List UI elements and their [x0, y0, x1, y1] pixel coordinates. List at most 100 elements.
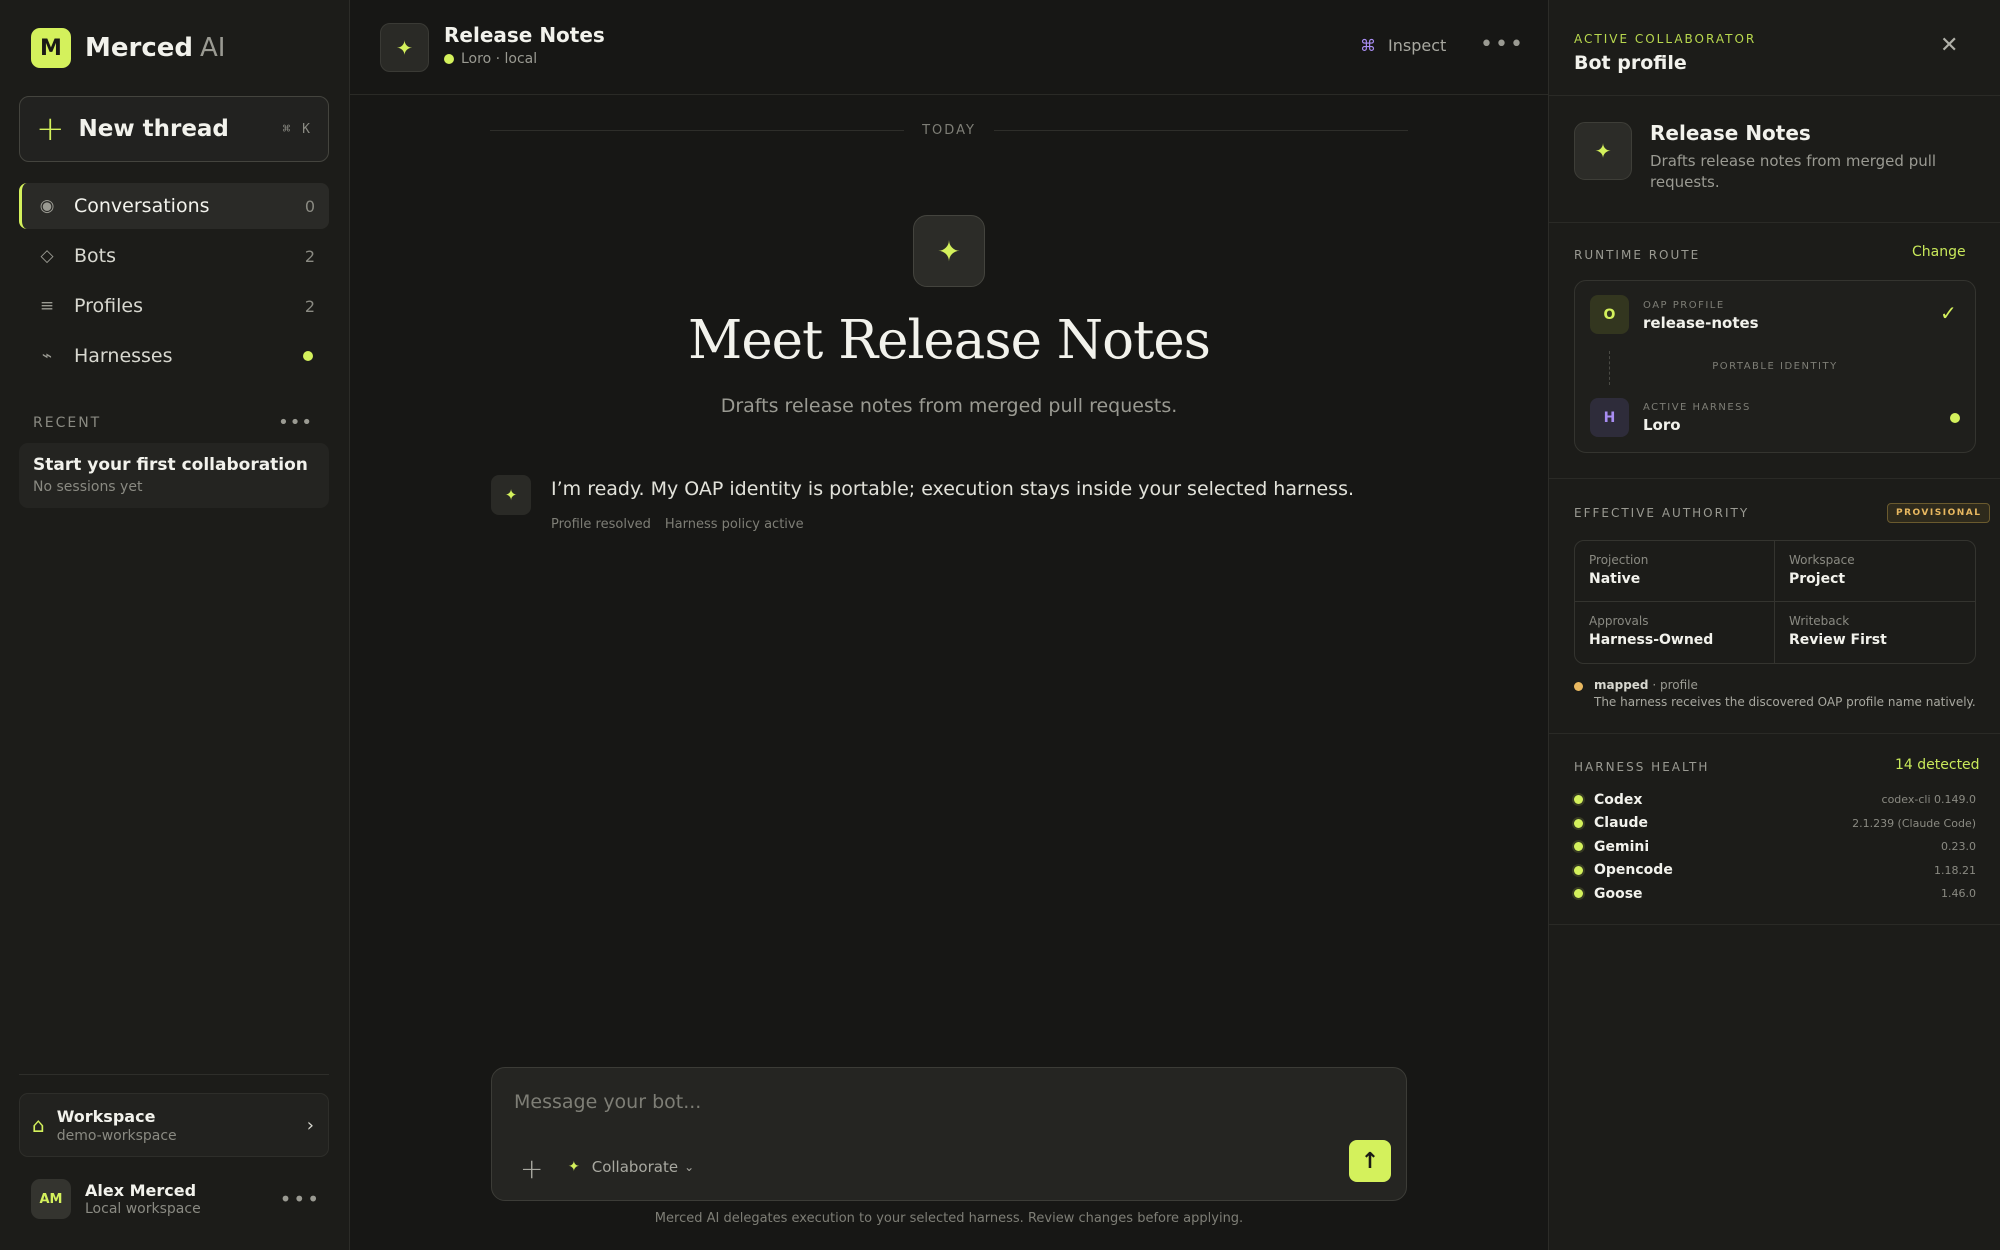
workspace-switcher[interactable]: ⌂ Workspace demo-workspace › — [19, 1093, 329, 1157]
authority-key: Projection — [1589, 553, 1649, 567]
mode-select[interactable]: ✦ Collaborate ⌄ — [568, 1158, 694, 1176]
bot-status-text: Loro · local — [461, 51, 538, 67]
diamond-icon: ◇ — [40, 246, 54, 266]
new-thread-label: New thread — [78, 116, 229, 142]
recent-empty-card[interactable]: Start your first collaboration No sessio… — [19, 443, 329, 508]
divider — [1549, 733, 2000, 734]
radio-icon: ◉ — [39, 196, 55, 216]
divider — [1549, 222, 2000, 223]
sparkle-icon: ✦ — [1574, 122, 1632, 180]
message-meta: Profile resolved Harness policy active — [551, 517, 804, 532]
divider-line — [993, 130, 1408, 131]
arrow-up-icon: ↑ — [1360, 1148, 1380, 1174]
sidebar-item-count: 2 — [304, 246, 315, 266]
composer: + ✦ Collaborate ⌄ ↑ — [491, 1067, 1407, 1201]
status-dot — [1574, 842, 1583, 852]
chevron-down-icon: ⌄ — [684, 1160, 695, 1174]
panel-eyebrow: ACTIVE COLLABORATOR — [1574, 32, 1757, 46]
home-icon: ⌂ — [32, 1113, 45, 1137]
divider — [19, 1074, 329, 1075]
more-icon[interactable]: ••• — [280, 1187, 321, 1211]
recent-card-subtitle: No sessions yet — [33, 479, 143, 495]
hero-subtitle: Drafts release notes from merged pull re… — [720, 395, 1178, 417]
authority-cell: Workspace Project — [1775, 541, 1975, 602]
authority-value: Native — [1589, 571, 1641, 587]
list-icon: ≡ — [39, 296, 55, 316]
more-icon[interactable]: ••• — [1480, 32, 1525, 57]
divider — [1549, 95, 2000, 96]
sidebar-item-bots[interactable]: ◇ Bots 2 — [19, 233, 329, 279]
change-link[interactable]: Change — [1912, 244, 1966, 260]
bot-description: Drafts release notes from merged pull re… — [1650, 152, 1937, 191]
workspace-name: demo-workspace — [56, 1127, 177, 1144]
sparkle-icon: ✦ — [380, 23, 429, 72]
harness-version: codex-cli 0.149.0 — [1881, 793, 1976, 807]
sidebar-item-conversations[interactable]: ◉ Conversations 0 — [19, 183, 329, 229]
new-thread-button[interactable]: + New thread ⌘ K — [19, 96, 329, 162]
date-divider-label: TODAY — [922, 123, 976, 138]
harness-name: Gemini — [1594, 838, 1650, 855]
list-item: Gemini 0.23.0 — [1574, 835, 1976, 859]
sidebar-item-label: Bots — [74, 245, 117, 267]
panel-title: Bot profile — [1574, 52, 1687, 74]
active-harness-label: ACTIVE HARNESS — [1643, 402, 1751, 413]
harness-version: 1.18.21 — [1934, 863, 1976, 877]
check-icon: ✓ — [1940, 301, 1957, 325]
mode-label: Collaborate — [591, 1158, 679, 1176]
recent-heading: RECENT — [33, 414, 102, 431]
harness-name: Claude — [1594, 815, 1649, 832]
divider — [1549, 478, 2000, 479]
page-title: Release Notes — [444, 23, 605, 47]
mapping-description: The harness receives the discovered OAP … — [1594, 695, 1976, 709]
sparkle-icon: ✦ — [491, 475, 531, 515]
status-dot — [1574, 795, 1583, 805]
sidebar-nav: ◉ Conversations 0 ◇ Bots 2 ≡ Profiles 2 … — [19, 183, 329, 383]
mapping-mode: mapped — [1594, 678, 1649, 692]
oap-badge: O — [1590, 295, 1629, 334]
effective-authority-label: EFFECTIVE AUTHORITY — [1574, 506, 1750, 520]
sparkle-icon: ✦ — [913, 215, 985, 287]
active-harness-value: Loro — [1643, 416, 1681, 434]
authority-key: Writeback — [1789, 614, 1850, 628]
user-profile[interactable]: AM Alex Merced Local workspace ••• — [31, 1178, 321, 1220]
authority-value: Project — [1789, 571, 1846, 587]
list-item: Codex codex-cli 0.149.0 — [1574, 788, 1976, 812]
recent-header: RECENT ••• — [33, 412, 313, 433]
brand[interactable]: M Merced AI — [31, 28, 225, 68]
authority-value: Harness-Owned — [1589, 632, 1714, 648]
harness-name: Goose — [1594, 885, 1643, 902]
sidebar-item-profiles[interactable]: ≡ Profiles 2 — [19, 283, 329, 329]
recent-card-title: Start your first collaboration — [33, 455, 308, 475]
list-item: Goose 1.46.0 — [1574, 882, 1976, 906]
inspect-label: Inspect — [1388, 36, 1447, 55]
authority-key: Workspace — [1789, 553, 1855, 567]
harness-version: 2.1.239 (Claude Code) — [1852, 816, 1976, 830]
detected-count[interactable]: 14 detected — [1895, 757, 1980, 773]
app-window: M Merced AI + New thread ⌘ K ◉ Conversat… — [0, 0, 2000, 1250]
meta-tag: Harness policy active — [664, 517, 804, 532]
close-icon[interactable]: ✕ — [1940, 33, 1958, 58]
avatar: AM — [31, 1179, 71, 1219]
message-text: I’m ready. My OAP identity is portable; … — [551, 478, 1355, 500]
send-button[interactable]: ↑ — [1349, 1140, 1391, 1182]
message-input[interactable] — [514, 1086, 1374, 1118]
hero-title: Meet Release Notes — [688, 310, 1211, 371]
shortcut-hint: ⌘ K — [282, 121, 312, 137]
authority-cell: Projection Native — [1575, 541, 1775, 602]
warning-dot — [1574, 682, 1583, 691]
brand-logo: M — [31, 28, 71, 68]
oap-profile-value: release-notes — [1643, 314, 1759, 332]
plus-icon[interactable]: + — [520, 1152, 543, 1185]
list-item: Opencode 1.18.21 — [1574, 859, 1976, 883]
sidebar-item-harnesses[interactable]: ⌁ Harnesses — [19, 333, 329, 379]
inspect-button[interactable]: ⌘ Inspect — [1360, 36, 1446, 55]
divider — [1549, 924, 2000, 925]
more-icon[interactable]: ••• — [278, 412, 313, 433]
plus-icon: + — [36, 109, 65, 149]
sidebar: M Merced AI + New thread ⌘ K ◉ Conversat… — [0, 0, 350, 1250]
plug-icon: ⌁ — [41, 346, 53, 366]
bot-name: Release Notes — [1650, 121, 1811, 145]
status-dot — [1574, 865, 1583, 875]
portable-identity-label: PORTABLE IDENTITY — [1712, 361, 1838, 372]
provisional-badge: PROVISIONAL — [1887, 503, 1991, 523]
